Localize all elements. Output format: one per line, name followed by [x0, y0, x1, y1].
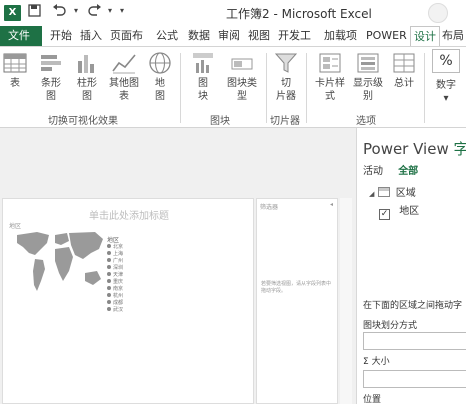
legend-item: 南京 [107, 285, 123, 292]
legend-item: 武汉 [107, 306, 123, 313]
tile-type-icon [231, 58, 253, 70]
tile-by-label: 图块划分方式 [363, 321, 418, 331]
field-item-region[interactable]: ✓ 地区 [379, 202, 419, 220]
fields-pane-title: Power View 字 [363, 140, 466, 158]
other-chart-button[interactable]: 其他图 表 [106, 51, 142, 103]
table-button[interactable]: 表 [2, 51, 28, 90]
line-chart-icon [112, 54, 136, 74]
field-checkbox[interactable]: ✓ [379, 209, 390, 220]
tile-by-drop-zone[interactable] [363, 332, 466, 350]
tab-all[interactable]: 全部 [398, 166, 418, 177]
ribbon-separator [180, 53, 181, 123]
report-work-area: 单击此处添加标题 地区 地区 北京 上海 广州 深圳 天津 重庆 南京 杭州 成… [0, 128, 356, 404]
fields-pane-tabs: 活动 全部 [363, 162, 430, 177]
legend-item: 成都 [107, 299, 123, 306]
legend-item: 广州 [107, 257, 123, 264]
legend-item: 天津 [107, 271, 123, 278]
show-level-icon [357, 53, 379, 73]
slicer-icon [274, 53, 298, 73]
customize-qat-icon[interactable]: ▾ [120, 6, 124, 15]
group-label-options: 选项 [356, 116, 376, 127]
legend-item: 杭州 [107, 292, 123, 299]
undo-icon[interactable] [52, 4, 66, 16]
group-label-slicer: 切片器 [270, 116, 300, 127]
show-level-button[interactable]: 显示级 别 [350, 51, 386, 103]
location-label: 位置 [363, 395, 382, 404]
field-table-region[interactable]: ◢ 区域 [369, 184, 416, 199]
save-icon[interactable] [28, 4, 41, 17]
tab-insert[interactable]: 插入 [80, 26, 102, 46]
legend-item: 北京 [107, 243, 123, 250]
slicer-button[interactable]: 切 片器 [272, 51, 300, 103]
legend-item: 重庆 [107, 278, 123, 285]
tab-review[interactable]: 审阅 [218, 26, 240, 46]
column-chart-icon [78, 55, 94, 73]
excel-logo-icon: X [4, 5, 21, 21]
title-bar: X ▾ ▾ ▾ 工作簿2 - Microsoft Excel [0, 0, 466, 26]
tab-page-layout[interactable]: 页面布 [110, 26, 143, 46]
size-label: Σ 大小 [363, 357, 390, 367]
filters-title: 筛选器 [260, 204, 279, 211]
card-style-button[interactable]: 卡片样 式 [312, 51, 348, 103]
undo-dropdown-icon[interactable]: ▾ [74, 6, 78, 15]
group-label-tiles: 图块 [210, 116, 230, 127]
size-drop-zone[interactable] [363, 370, 466, 388]
redo-icon[interactable] [88, 4, 102, 16]
collapse-icon[interactable]: ◂ [330, 201, 333, 208]
ribbon-separator [266, 53, 267, 123]
ribbon-tabs: 文件 开始 插入 页面布 公式 数据 审阅 视图 开发工 加载项 POWER 设… [0, 26, 466, 46]
filters-hint: 若要筛选视图，请从字段列表中拖动字段。 [261, 281, 332, 294]
card-style-icon [319, 53, 341, 73]
legend-item: 上海 [107, 250, 123, 257]
tile-type-button[interactable]: 图块类 型 [222, 51, 262, 103]
table-icon [3, 53, 27, 73]
sum-icon: Σ [363, 357, 369, 367]
number-format-button[interactable]: 数字 ▾ [430, 79, 462, 105]
window-title: 工作簿2 - Microsoft Excel [226, 7, 372, 21]
table-icon [377, 187, 390, 197]
tab-view[interactable]: 视图 [248, 26, 270, 46]
totals-button[interactable]: 总计 [390, 51, 418, 90]
tab-layout[interactable]: 布局 [442, 26, 464, 46]
report-title-placeholder[interactable]: 单击此处添加标题 [3, 207, 255, 222]
vertical-scrollbar[interactable] [340, 198, 352, 404]
tab-home[interactable]: 开始 [50, 26, 72, 46]
tab-file[interactable]: 文件 [0, 26, 42, 46]
legend-item: 深圳 [107, 264, 123, 271]
tab-data[interactable]: 数据 [188, 26, 210, 46]
percent-icon[interactable]: % [432, 49, 460, 73]
ribbon: 表 条形 图 柱形 图 其他图 表 地 图 切换可视化效果 图 块 图块类 型 … [0, 46, 466, 128]
tab-formulas[interactable]: 公式 [156, 26, 178, 46]
power-view-fields-pane: Power View 字 活动 全部 ◢ 区域 ✓ 地区 在下面的区域之间拖动字… [356, 128, 466, 404]
tab-addins[interactable]: 加载项 [324, 26, 357, 46]
group-label-switch-visualization: 切换可视化效果 [48, 116, 118, 127]
world-map-visual[interactable] [11, 229, 105, 301]
report-canvas[interactable]: 单击此处添加标题 地区 地区 北京 上海 广州 深圳 天津 重庆 南京 杭州 成… [2, 198, 254, 404]
bar-chart-button[interactable]: 条形 图 [36, 51, 66, 103]
tiles-icon [193, 53, 213, 73]
expand-icon[interactable]: ◢ [369, 190, 374, 198]
column-chart-button[interactable]: 柱形 图 [72, 51, 102, 103]
drag-fields-hint: 在下面的区域之间拖动字 [363, 301, 463, 311]
map-button[interactable]: 地 图 [146, 51, 174, 103]
tab-active[interactable]: 活动 [363, 166, 383, 177]
tab-power[interactable]: POWER [366, 26, 407, 46]
chevron-down-icon: ▾ [443, 93, 449, 104]
redo-dropdown-icon[interactable]: ▾ [108, 6, 112, 15]
tab-design[interactable]: 设计 [410, 26, 440, 46]
bar-chart-icon [41, 55, 61, 71]
totals-icon [393, 53, 415, 73]
ribbon-separator [424, 53, 425, 123]
tiles-button[interactable]: 图 块 [190, 51, 216, 103]
tab-developer[interactable]: 开发工 [278, 26, 311, 46]
filters-pane[interactable]: 筛选器 ◂ 若要筛选视图，请从字段列表中拖动字段。 [256, 198, 338, 404]
globe-icon [149, 52, 171, 74]
ribbon-separator [306, 53, 307, 123]
decoration-icon [428, 3, 448, 23]
